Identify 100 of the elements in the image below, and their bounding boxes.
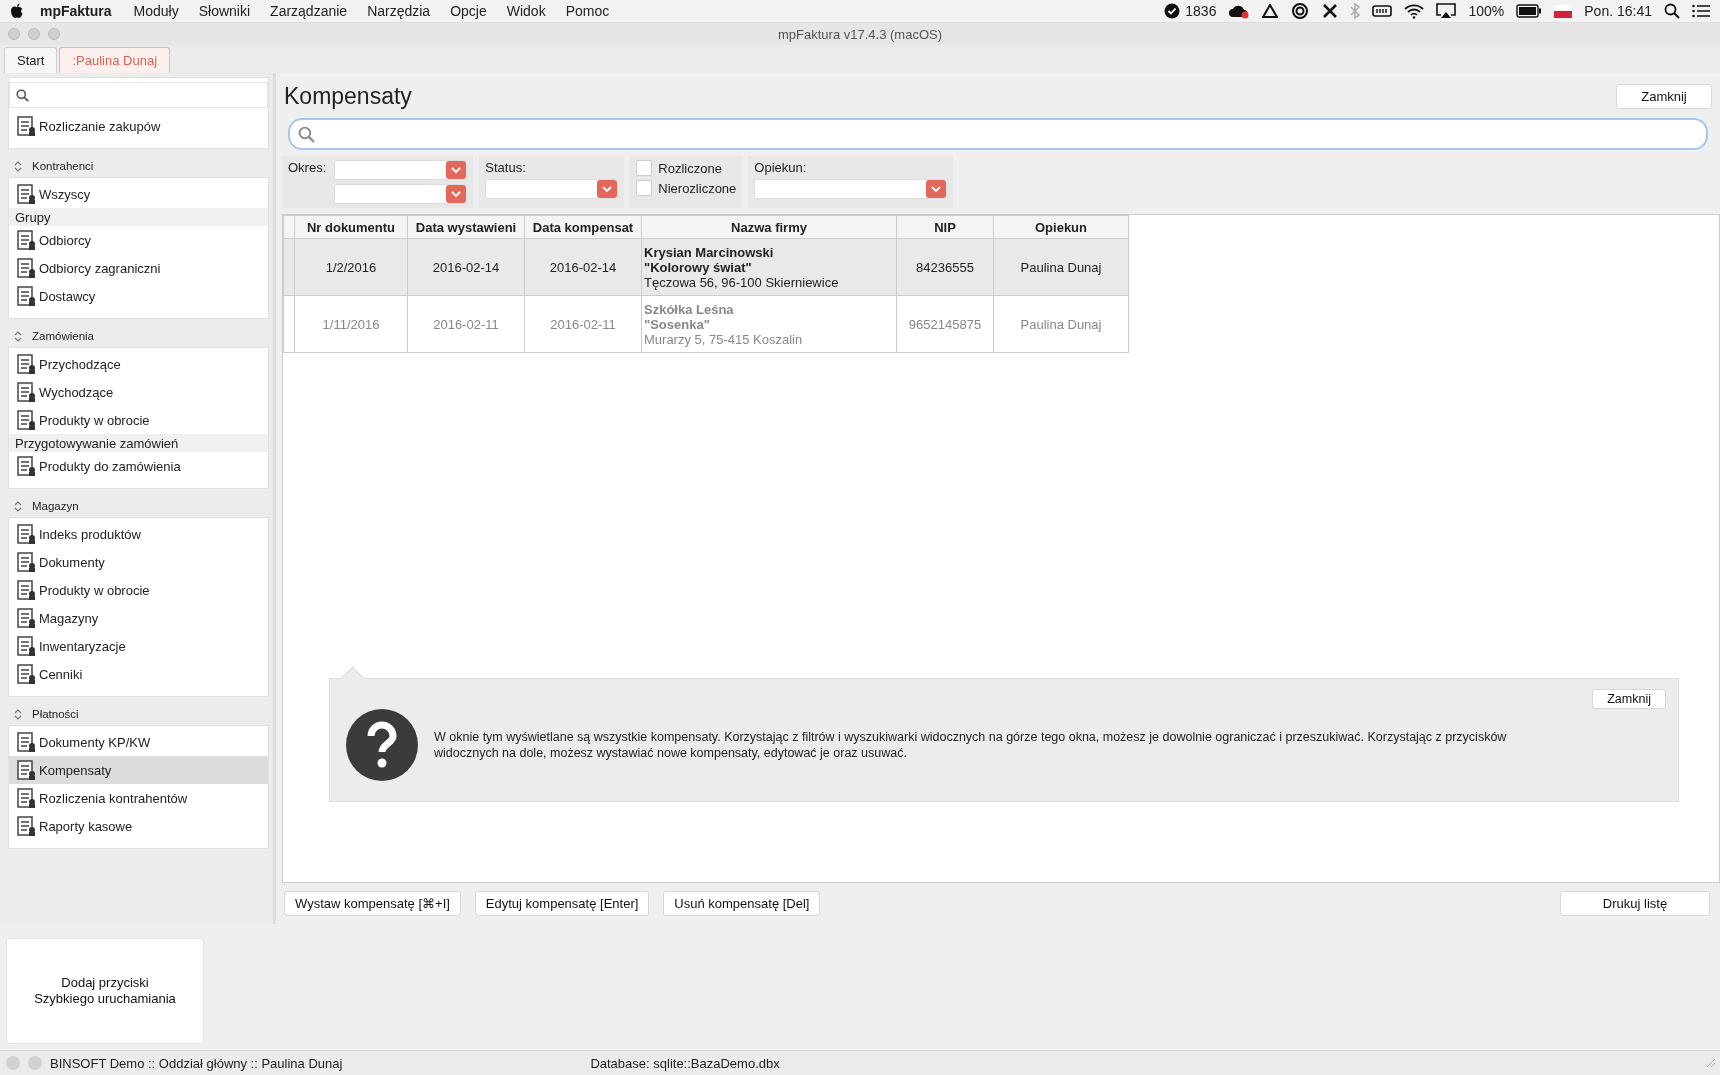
column-header[interactable]: NIP bbox=[896, 215, 994, 239]
close-button[interactable]: Zamknij bbox=[1616, 84, 1712, 109]
document-list-icon bbox=[15, 579, 37, 601]
sidebar-item[interactable]: Wychodzące bbox=[9, 378, 268, 406]
expand-collapse-icon[interactable] bbox=[14, 708, 22, 720]
sidebar-item[interactable]: Wszyscy bbox=[9, 180, 268, 208]
print-button[interactable]: Drukuj listę bbox=[1560, 891, 1710, 916]
table-cell: Paulina Dunaj bbox=[993, 295, 1129, 353]
filter-label: Okres: bbox=[288, 160, 327, 177]
date-dropdown[interactable] bbox=[334, 184, 468, 204]
expand-collapse-icon[interactable] bbox=[14, 160, 22, 172]
resize-grip-icon[interactable] bbox=[1706, 1058, 1716, 1068]
section-title[interactable]: Magazyn bbox=[32, 500, 79, 512]
sidebar-item[interactable]: Przychodzące bbox=[9, 350, 268, 378]
document-list-icon bbox=[15, 607, 37, 629]
menu-item[interactable]: Słowniki bbox=[188, 3, 261, 19]
group-label: Grupy bbox=[9, 208, 268, 226]
database-info: Database: sqlite::BazaDemo.dbx bbox=[590, 1055, 780, 1071]
page-title: Kompensaty bbox=[284, 83, 413, 110]
column-header[interactable]: Nr dokumentu bbox=[294, 215, 408, 239]
app-menu[interactable]: mpFaktura bbox=[24, 3, 124, 19]
menu-item[interactable]: Widok bbox=[496, 3, 556, 19]
menu-item[interactable]: Moduły bbox=[123, 3, 189, 19]
filter-dropdown[interactable] bbox=[754, 179, 948, 199]
apple-icon[interactable] bbox=[10, 3, 24, 19]
expand-collapse-icon[interactable] bbox=[14, 330, 22, 342]
clock[interactable]: Pon. 16:41 bbox=[1584, 3, 1652, 19]
column-header[interactable]: Opiekun bbox=[993, 215, 1129, 239]
triangle-icon[interactable] bbox=[1262, 4, 1279, 18]
company-cell: Krysian Marcinowski "Kolorowy świat" Tęczowa 56, 96-100 Skierniewice bbox=[641, 238, 897, 296]
question-mark-icon bbox=[346, 709, 418, 781]
search-icon[interactable] bbox=[1664, 3, 1680, 19]
action-button[interactable]: Usuń kompensatę [Del] bbox=[663, 891, 821, 916]
sidebar-item[interactable]: Inwentaryzacje bbox=[9, 632, 268, 660]
company-cell: Szkółka Leśna "Sosenka" Murarzy 5, 75-415 Koszalin bbox=[641, 295, 897, 353]
chevron-down-icon[interactable] bbox=[931, 185, 942, 193]
search-field[interactable] bbox=[9, 82, 268, 108]
wifi-icon[interactable] bbox=[1404, 3, 1425, 19]
sidebar-item[interactable]: Produkty w obrocie bbox=[9, 406, 268, 434]
menu-item[interactable]: Narzędzia bbox=[357, 3, 441, 19]
list-icon[interactable] bbox=[1692, 4, 1710, 18]
rings-icon[interactable] bbox=[1290, 3, 1311, 19]
document-list-icon bbox=[15, 523, 37, 545]
menu-item[interactable]: Pomoc bbox=[555, 3, 620, 19]
flag-icon[interactable] bbox=[1554, 4, 1573, 18]
sidebar-item[interactable]: Odbiorcy zagraniczni bbox=[9, 254, 268, 282]
airplay-icon[interactable] bbox=[1436, 3, 1457, 19]
filter-label: Status: bbox=[485, 160, 527, 175]
tab[interactable]: Start bbox=[4, 47, 58, 73]
close-button[interactable]: Zamknij bbox=[1592, 689, 1666, 709]
menu-item[interactable]: Opcje bbox=[440, 3, 497, 19]
user-info: BINSOFT Demo :: Oddział główny :: Paulina Dunaj bbox=[50, 1055, 343, 1071]
table-cell: 2016-02-11 bbox=[407, 295, 525, 353]
sidebar-item[interactable]: Dokumenty bbox=[9, 548, 268, 576]
sidebar-item[interactable]: Raporty kasowe bbox=[9, 812, 268, 840]
document-list-icon bbox=[15, 285, 37, 307]
sidebar-item[interactable]: Dostawcy bbox=[9, 282, 268, 310]
memory-icon[interactable] bbox=[1372, 4, 1393, 18]
menu-item[interactable]: Zarządzanie bbox=[260, 3, 358, 19]
group-label: Przygotowywanie zamówień bbox=[9, 434, 268, 452]
chevron-down-icon[interactable] bbox=[451, 166, 462, 174]
bluetooth-icon[interactable] bbox=[1350, 3, 1361, 19]
sidebar-item[interactable]: Cenniki bbox=[9, 660, 268, 688]
sidebar-item[interactable]: Rozliczenia kontrahentów bbox=[9, 784, 268, 812]
action-button[interactable]: Edytuj kompensatę [Enter] bbox=[474, 891, 650, 916]
table-cell: 84236555 bbox=[896, 238, 994, 296]
sidebar-item[interactable]: Odbiorcy bbox=[9, 226, 268, 254]
sidebar-item[interactable]: Produkty w obrocie bbox=[9, 576, 268, 604]
checkbox[interactable] bbox=[636, 180, 653, 196]
checkmark-circle-icon[interactable] bbox=[1164, 3, 1181, 19]
section-title[interactable]: Płatności bbox=[32, 708, 79, 720]
section-title[interactable]: Kontrahenci bbox=[32, 160, 94, 172]
sidebar-item[interactable]: Dokumenty KP/KW bbox=[9, 728, 268, 756]
checkbox-label: Rozliczone bbox=[658, 160, 722, 176]
help-text: W oknie tym wyświetlane są wszystkie kompensaty. Korzystając z filtrów i wyszukiwarki widocznych na górze tego okna, możesz je dowolnie ograniczać i przeszukiwać. Korzystając z przycisków widocznych na dole, możesz wystawiać nowe kompensaty, edytować je oraz usuwać. bbox=[434, 729, 1508, 761]
search-icon bbox=[16, 88, 29, 102]
checkbox[interactable] bbox=[636, 160, 653, 176]
table-cell: 1/11/2016 bbox=[294, 295, 408, 353]
sidebar-item[interactable]: Produkty do zamówienia bbox=[9, 452, 268, 480]
document-list-icon bbox=[15, 229, 37, 251]
column-header[interactable]: Data wystawieni bbox=[407, 215, 525, 239]
search-field[interactable] bbox=[288, 118, 1708, 150]
battery-icon[interactable] bbox=[1516, 4, 1543, 18]
quick-launch-button[interactable]: Dodaj przyciski Szybkiego uruchamiania bbox=[6, 938, 204, 1044]
chevron-down-icon[interactable] bbox=[602, 185, 613, 193]
document-list-icon bbox=[15, 551, 37, 573]
expand-collapse-icon[interactable] bbox=[14, 500, 22, 512]
window-title: mpFaktura v17.4.3 (macOS) bbox=[778, 26, 942, 42]
chevron-down-icon[interactable] bbox=[451, 190, 462, 198]
action-button[interactable]: Wystaw kompensatę [⌘+I] bbox=[284, 891, 461, 916]
sidebar-item[interactable]: Indeks produktów bbox=[9, 520, 268, 548]
sidebar-item[interactable]: Kompensaty bbox=[9, 756, 268, 784]
cloud-icon[interactable] bbox=[1228, 3, 1251, 19]
document-list-icon bbox=[15, 731, 37, 753]
column-header[interactable]: Nazwa firmy bbox=[641, 215, 897, 239]
filter-dropdown[interactable] bbox=[485, 179, 619, 199]
section-title[interactable]: Zamówienia bbox=[32, 330, 94, 342]
sidebar-item[interactable]: Magazyny bbox=[9, 604, 268, 632]
column-header[interactable]: Data kompensat bbox=[524, 215, 642, 239]
date-dropdown[interactable] bbox=[334, 160, 468, 180]
